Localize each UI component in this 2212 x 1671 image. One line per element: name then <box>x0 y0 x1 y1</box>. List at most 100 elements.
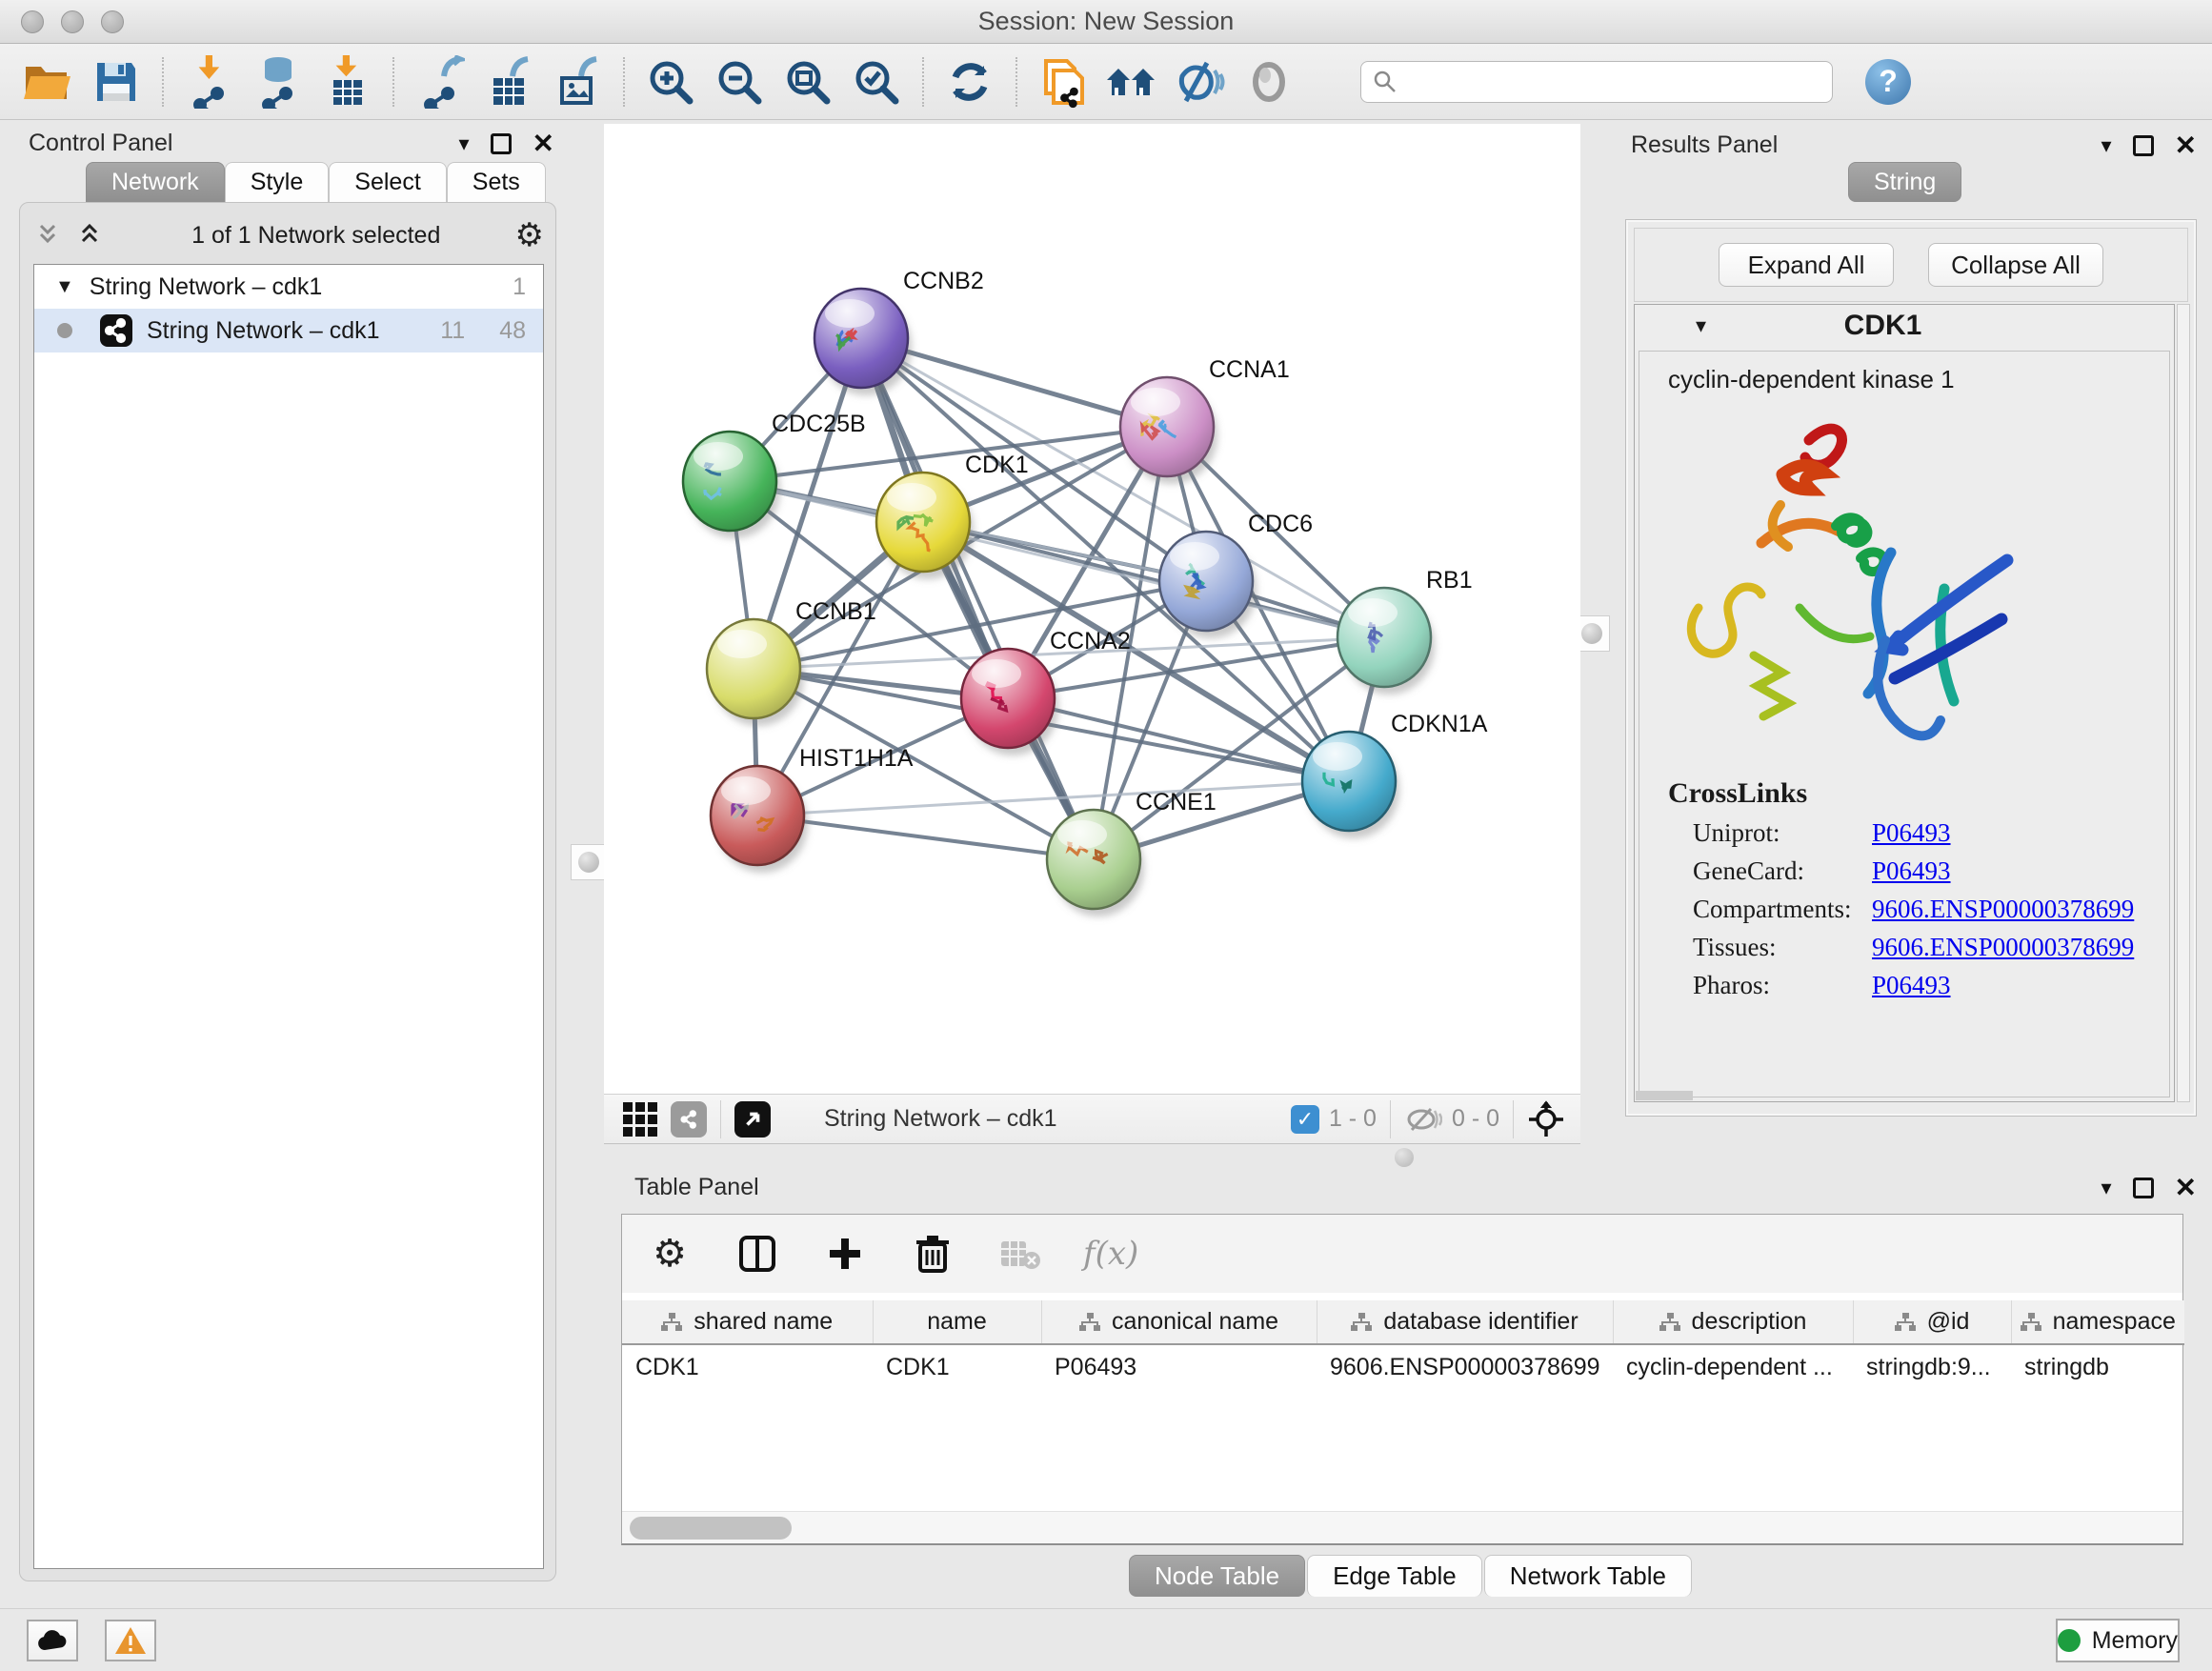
collapse-all-icon[interactable] <box>33 223 62 248</box>
column-header-namespace[interactable]: namespace <box>2011 1300 2184 1344</box>
table-panel-float-icon[interactable] <box>2133 1178 2154 1198</box>
clone-network-icon[interactable] <box>1036 54 1091 110</box>
column-header-canonical-name[interactable]: canonical name <box>1041 1300 1317 1344</box>
zoom-out-icon[interactable] <box>712 54 767 110</box>
tab-select[interactable]: Select <box>329 162 446 202</box>
collapse-all-button[interactable]: Collapse All <box>1928 243 2103 287</box>
expand-all-icon[interactable] <box>75 223 104 248</box>
tree-expand-icon[interactable]: ▼ <box>55 276 74 298</box>
table-cell[interactable]: 9606.ENSP00000378699 <box>1317 1344 1613 1390</box>
tab-node-table[interactable]: Node Table <box>1129 1555 1305 1597</box>
column-header-shared-name[interactable]: shared name <box>622 1300 873 1344</box>
network-node-CDC25B[interactable]: CDC25B <box>683 411 866 538</box>
table-panel-close-icon[interactable]: ✕ <box>2175 1172 2197 1203</box>
column-header--id[interactable]: @id <box>1853 1300 2011 1344</box>
expand-all-button[interactable]: Expand All <box>1719 243 1894 287</box>
open-session-icon[interactable] <box>20 54 75 110</box>
tab-sets[interactable]: Sets <box>447 162 546 202</box>
crosslink-link[interactable]: P06493 <box>1872 856 1951 886</box>
first-neighbors-icon[interactable] <box>1104 54 1159 110</box>
network-node-CDC6[interactable]: CDC6 <box>1159 511 1313 638</box>
results-panel-float-icon[interactable] <box>2133 135 2154 156</box>
crosslink-link[interactable]: 9606.ENSP00000378699 <box>1872 895 2134 924</box>
birdseye-view-icon[interactable] <box>734 1101 771 1137</box>
export-network-icon[interactable] <box>412 54 468 110</box>
table-cell[interactable]: CDK1 <box>622 1344 873 1390</box>
column-header-description[interactable]: description <box>1613 1300 1853 1344</box>
hide-selection-icon[interactable] <box>1173 54 1228 110</box>
import-table-icon[interactable] <box>319 54 374 110</box>
show-columns-icon[interactable] <box>733 1229 782 1278</box>
zoom-fit-icon[interactable] <box>780 54 835 110</box>
network-canvas[interactable]: CCNB2CCNA1CDC25BCDK1CDC6RB1CCNB1CCNA2CDK… <box>604 124 1580 1094</box>
control-panel-menu-icon[interactable]: ▾ <box>458 131 469 156</box>
add-column-icon[interactable] <box>820 1229 870 1278</box>
tab-edge-table[interactable]: Edge Table <box>1307 1555 1482 1597</box>
gene-collapse-icon[interactable]: ▾ <box>1696 313 1706 338</box>
crosslink-link[interactable]: P06493 <box>1872 818 1951 848</box>
table-horizontal-scrollbar[interactable] <box>622 1511 2182 1543</box>
center-view-icon[interactable] <box>1527 1100 1565 1138</box>
string-view-icon[interactable] <box>671 1101 707 1137</box>
show-hidden-eye-icon[interactable] <box>1241 54 1297 110</box>
export-table-icon[interactable] <box>481 54 536 110</box>
table-row[interactable]: CDK1CDK1P064939606.ENSP00000378699cyclin… <box>622 1344 2184 1390</box>
search-box[interactable] <box>1360 61 1833 103</box>
tab-style[interactable]: Style <box>225 162 330 202</box>
network-node-CCNB1[interactable]: CCNB1 <box>707 598 876 726</box>
import-database-icon[interactable] <box>251 54 306 110</box>
crosslink-label: Compartments: <box>1693 895 1872 924</box>
hidden-eye-icon[interactable] <box>1404 1105 1442 1134</box>
bottom-splitter-handle[interactable] <box>1395 1148 1414 1167</box>
search-input[interactable] <box>1398 69 1820 95</box>
network-collection-row[interactable]: ▼ String Network – cdk1 1 <box>34 265 543 309</box>
grid-view-icon[interactable] <box>623 1102 657 1137</box>
table-cell[interactable]: P06493 <box>1041 1344 1317 1390</box>
network-node-CDKN1A[interactable]: CDKN1A <box>1302 711 1488 838</box>
tab-network[interactable]: Network <box>86 162 225 202</box>
column-header-name[interactable]: name <box>873 1300 1041 1344</box>
results-panel-menu-icon[interactable]: ▾ <box>2101 133 2111 158</box>
table-panel-menu-icon[interactable]: ▾ <box>2101 1176 2111 1200</box>
results-panel-close-icon[interactable]: ✕ <box>2175 130 2197 161</box>
tab-string[interactable]: String <box>1848 162 1961 202</box>
node-table[interactable]: shared namenamecanonical namedatabase id… <box>622 1300 2182 1390</box>
zoom-in-icon[interactable] <box>643 54 698 110</box>
control-panel-close-icon[interactable]: ✕ <box>533 128 554 159</box>
refresh-network-icon[interactable] <box>942 54 997 110</box>
warning-button[interactable] <box>105 1620 156 1661</box>
network-node-CCNB2[interactable]: CCNB2 <box>814 268 984 395</box>
crosslink-link[interactable]: 9606.ENSP00000378699 <box>1872 933 2134 962</box>
export-image-icon[interactable] <box>550 54 605 110</box>
traffic-lights[interactable] <box>21 10 124 33</box>
results-horizontal-scrollbar[interactable] <box>1636 1091 1693 1100</box>
results-vertical-scrollbar[interactable] <box>2177 304 2190 1102</box>
table-cell[interactable]: stringdb <box>2011 1344 2184 1390</box>
minimize-window-button[interactable] <box>61 10 84 33</box>
zoom-selected-icon[interactable] <box>849 54 904 110</box>
delete-column-trash-icon[interactable] <box>908 1229 957 1278</box>
table-cell[interactable]: CDK1 <box>873 1344 1041 1390</box>
save-session-icon[interactable] <box>89 54 144 110</box>
network-node-CCNA1[interactable]: CCNA1 <box>1120 356 1290 484</box>
cloud-button[interactable] <box>27 1620 78 1661</box>
network-row-selected[interactable]: String Network – cdk1 11 48 <box>34 309 543 352</box>
memory-button[interactable]: Memory <box>2056 1619 2180 1662</box>
column-header-database-identifier[interactable]: database identifier <box>1317 1300 1613 1344</box>
control-panel-float-icon[interactable] <box>491 133 512 154</box>
network-options-gear-icon[interactable]: ⚙ <box>515 219 544 252</box>
close-window-button[interactable] <box>21 10 44 33</box>
selection-checkbox-icon[interactable]: ✓ <box>1291 1105 1319 1134</box>
table-cell[interactable]: cyclin-dependent ... <box>1613 1344 1853 1390</box>
table-cell[interactable]: stringdb:9... <box>1853 1344 2011 1390</box>
help-button[interactable]: ? <box>1865 59 1911 105</box>
tab-network-table[interactable]: Network Table <box>1484 1555 1692 1597</box>
zoom-window-button[interactable] <box>101 10 124 33</box>
network-node-CDK1[interactable]: CDK1 <box>876 452 1029 579</box>
import-network-icon[interactable] <box>182 54 237 110</box>
gene-section-header[interactable]: ▾ CDK1 <box>1635 305 2174 347</box>
left-splitter-handle[interactable] <box>571 844 607 880</box>
table-settings-gear-icon[interactable]: ⚙ <box>645 1229 694 1278</box>
network-node-RB1[interactable]: RB1 <box>1337 567 1473 695</box>
crosslink-link[interactable]: P06493 <box>1872 971 1951 1000</box>
